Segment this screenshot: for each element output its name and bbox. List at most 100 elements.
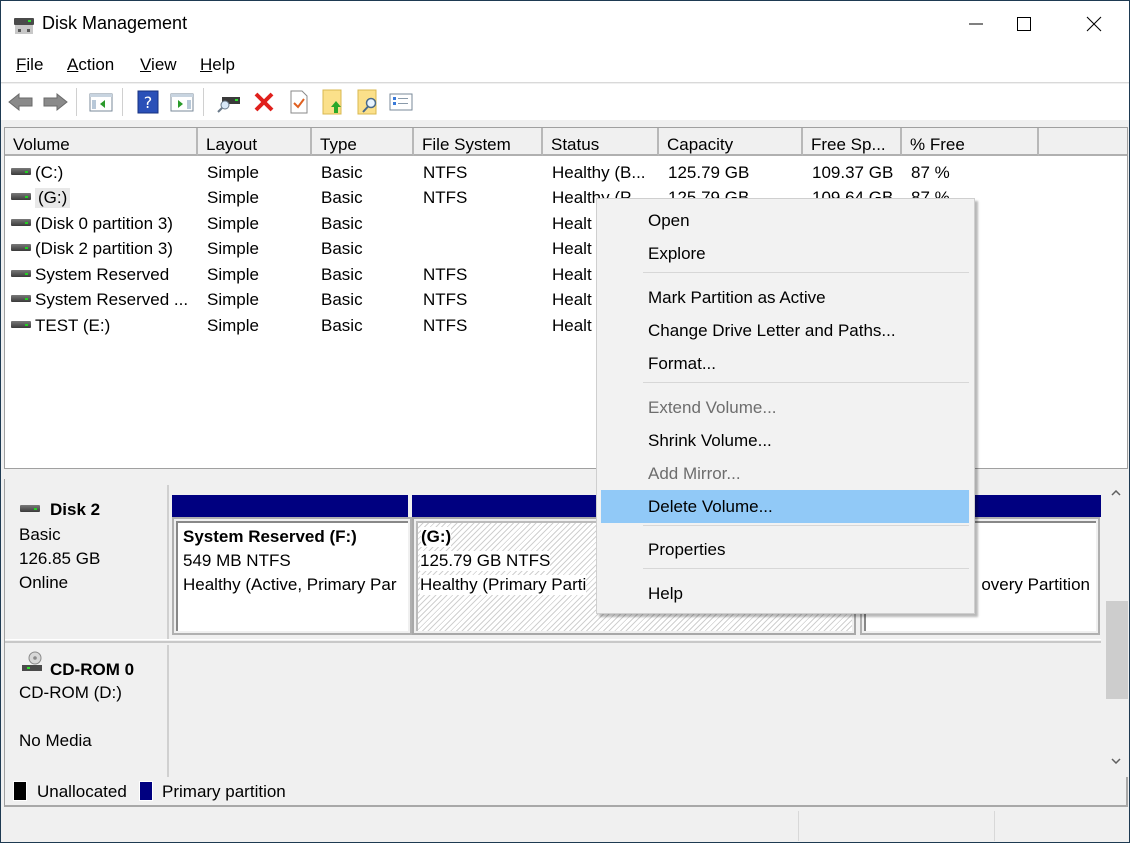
explore-button[interactable] [354,88,382,116]
volume-layout: Simple [207,214,259,233]
show-hide-console-tree-button[interactable] [87,88,115,116]
menu-help-label: elp [212,55,235,74]
menu-separator [643,568,969,569]
context-menu-help[interactable]: Help [601,577,969,610]
menu-item-label: Mark Partition as Active [648,288,826,307]
column-header-status[interactable]: Status [543,128,659,156]
disk-name: Disk 2 [50,500,101,519]
column-header-layout[interactable]: Layout [198,128,312,156]
delete-button[interactable] [250,88,278,116]
disk-type: CD-ROM (D:) [19,683,122,702]
volume-status: Healt [552,265,592,284]
menu-help[interactable]: Help [200,55,235,75]
volume-layout: Simple [207,265,259,284]
legend-swatch-unallocated [13,781,27,801]
window-title: Disk Management [42,13,188,33]
context-menu-extend-volume: Extend Volume... [601,391,969,424]
disk-row-divider [5,639,1101,643]
context-menu-open[interactable]: Open [601,204,969,237]
volume-file-system: NTFS [423,163,468,182]
forward-button[interactable] [41,88,69,116]
connect-drive-button[interactable] [215,88,243,116]
column-header-empty [1039,128,1127,156]
toolbar-separator [203,88,204,116]
context-menu-shrink-volume[interactable]: Shrink Volume... [601,424,969,457]
column-header-type[interactable]: Type [312,128,414,156]
volume-type: Basic [321,265,363,284]
volume-name: TEST (E:) [35,316,111,335]
menu-file[interactable]: File [16,55,43,75]
properties-check-icon [290,90,308,114]
column-header-free-space[interactable]: Free Sp... [803,128,902,156]
vertical-scrollbar[interactable] [1103,479,1128,777]
menu-view[interactable]: View [140,55,177,75]
volume-free-space: 109.37 GB [812,163,894,182]
cdrom-0-label[interactable]: CD-ROM 0 CD-ROM (D:) No Media [5,645,169,777]
help-button[interactable]: ? [134,88,162,116]
checklist-icon [389,93,413,111]
scroll-up-button[interactable] [1103,481,1128,505]
column-header-volume[interactable]: Volume [5,128,198,156]
volume-name: (G:) [35,188,71,208]
menu-item-label: Help [648,584,683,603]
partition-status: Healthy (Primary Parti [420,575,587,595]
legend-label-primary: Primary partition [162,782,286,801]
volume-layout: Simple [207,239,259,258]
volume-file-system: NTFS [423,290,468,309]
menu-action-accesskey: A [67,55,79,74]
menu-item-label: Properties [648,540,726,559]
disk-type: Basic [19,525,61,544]
context-menu-mark-partition-active[interactable]: Mark Partition as Active [601,281,969,314]
properties-button[interactable] [285,88,313,116]
menu-action[interactable]: Action [67,55,114,75]
title-bar: Disk Management [1,1,1129,47]
disk-2-label[interactable]: Disk 2 Basic 126.85 GB Online [5,485,169,639]
menu-item-label: Explore [648,244,706,263]
context-menu-properties[interactable]: Properties [601,533,969,566]
partition-title: (G:) [421,527,452,547]
cdrom-icon [22,651,42,671]
maximize-button[interactable] [1001,1,1047,47]
volume-row[interactable]: (C:) Simple Basic NTFS Healthy (B... 125… [5,160,1127,185]
menu-separator [643,525,969,526]
toolbar-separator [122,88,123,116]
volume-layout: Simple [207,316,259,335]
context-menu-change-drive-letter[interactable]: Change Drive Letter and Paths... [601,314,969,347]
status-bar [1,809,1129,842]
context-menu: Open Explore Mark Partition as Active Ch… [596,198,975,614]
partition-system-reserved[interactable]: System Reserved (F:) 549 MB NTFS Healthy… [172,517,412,635]
column-header-percent-free[interactable]: % Free [902,128,1039,156]
help-icon: ? [137,90,159,114]
settings-button[interactable] [387,88,415,116]
volume-file-system: NTFS [423,265,468,284]
delete-icon [254,92,274,112]
disk-state: Online [19,573,69,592]
menu-action-label: ction [78,55,115,74]
disk-state: No Media [19,731,92,750]
column-header-file-system[interactable]: File System [414,128,543,156]
volume-type: Basic [321,290,363,309]
close-button[interactable] [1071,1,1117,47]
partition-status: overy Partition [981,575,1090,594]
minimize-button[interactable] [953,1,999,47]
scroll-down-button[interactable] [1103,749,1128,773]
context-menu-delete-volume[interactable]: Delete Volume... [601,490,969,523]
toolbar: ? [1,84,1129,120]
disk-name: CD-ROM 0 [50,660,135,679]
volume-name: (Disk 0 partition 3) [35,214,173,233]
volume-name: System Reserved [35,265,170,284]
chevron-down-icon [1111,758,1121,764]
context-menu-format[interactable]: Format... [601,347,969,380]
volume-type: Basic [321,188,363,207]
volume-name: (C:) [35,163,64,182]
legend-swatch-primary [139,781,153,801]
scroll-thumb[interactable] [1106,601,1128,699]
menu-item-label: Format... [648,354,717,373]
column-header-capacity[interactable]: Capacity [659,128,803,156]
context-menu-explore[interactable]: Explore [601,237,969,270]
chevron-up-icon [1111,490,1121,496]
back-button[interactable] [7,88,35,116]
open-button[interactable] [319,88,347,116]
show-hide-action-pane-button[interactable] [168,88,196,116]
menu-item-label: Add Mirror... [648,464,741,483]
